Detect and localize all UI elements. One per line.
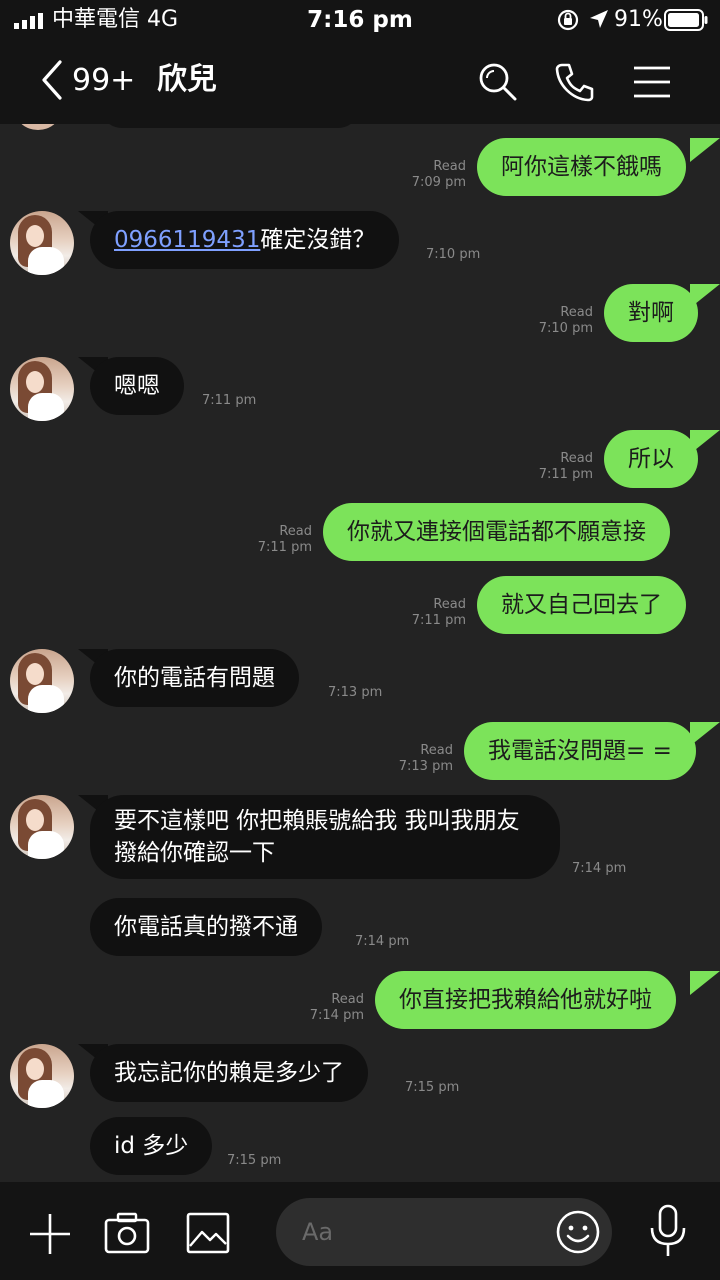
clock: 7:16 pm (307, 7, 413, 33)
message-meta: Read 7:09 pm (380, 159, 466, 191)
message-time: 7:15 pm (227, 1153, 282, 1168)
message-bubble[interactable]: 所以 (604, 430, 698, 488)
search-icon[interactable] (476, 60, 520, 104)
battery-percentage: 91% (614, 7, 663, 32)
emoji-icon[interactable] (556, 1210, 600, 1254)
read-receipt: Read (560, 305, 593, 320)
location-arrow-icon (590, 10, 608, 28)
message-bubble[interactable]: 嗯嗯 (90, 357, 184, 415)
message-bubble[interactable]: 你的電話有問題 (90, 649, 299, 707)
chat-screen: 中華電信 4G 7:16 pm 91% 99+ 欣兒 阿你這樣不餓嗎 Read … (0, 0, 720, 1280)
phone-icon[interactable] (552, 60, 596, 104)
message-meta: Read 7:11 pm (380, 597, 466, 629)
message-bubble[interactable]: 就又自己回去了 (477, 576, 686, 634)
message-bubble[interactable]: 我忘記你的賴是多少了 (90, 1044, 368, 1102)
status-bar: 中華電信 4G 7:16 pm 91% (0, 0, 720, 40)
back-chevron-icon[interactable] (36, 58, 68, 102)
avatar (16, 124, 60, 130)
message-time: 7:13 pm (398, 759, 453, 774)
message-bubble[interactable]: 0966119431確定沒錯？ (90, 211, 400, 269)
avatar[interactable] (10, 211, 74, 275)
message-time: 7:14 pm (309, 1008, 364, 1023)
message-bubble[interactable]: 你直接把我賴給他就好啦 (375, 971, 676, 1029)
message-bubble[interactable]: 我電話沒問題= = (464, 722, 696, 780)
message-meta: Read 7:13 pm (367, 743, 453, 775)
message-time: 7:11 pm (538, 467, 593, 482)
message-time: 7:13 pm (328, 685, 383, 700)
avatar[interactable] (10, 357, 74, 421)
message-time: 7:14 pm (572, 861, 627, 876)
input-bar (0, 1182, 720, 1280)
chat-header: 99+ 欣兒 (0, 40, 720, 124)
bubble-tail (690, 138, 720, 162)
message-time: 7:11 pm (202, 393, 257, 408)
plus-icon[interactable] (28, 1212, 72, 1256)
unread-count[interactable]: 99+ (72, 62, 135, 100)
read-receipt: Read (420, 743, 453, 758)
message-bubble-partial (100, 124, 360, 128)
read-receipt: Read (433, 159, 466, 174)
message-list[interactable]: 阿你這樣不餓嗎 Read 7:09 pm 0966119431確定沒錯？ 7:1… (0, 124, 720, 1182)
microphone-icon[interactable] (648, 1204, 688, 1258)
read-receipt: Read (560, 451, 593, 466)
battery-icon (664, 9, 708, 31)
message-time: 7:11 pm (411, 613, 466, 628)
read-receipt: Read (433, 597, 466, 612)
phone-number-link[interactable]: 0966119431 (114, 227, 260, 253)
message-bubble[interactable]: 對啊 (604, 284, 698, 342)
message-meta: Read 7:14 pm (278, 992, 364, 1024)
read-receipt: Read (331, 992, 364, 1007)
message-bubble[interactable]: 阿你這樣不餓嗎 (477, 138, 686, 196)
avatar[interactable] (10, 649, 74, 713)
message-text: 確定沒錯？ (260, 227, 376, 253)
message-bubble[interactable]: id 多少 (90, 1117, 213, 1175)
message-time: 7:10 pm (538, 321, 593, 336)
avatar[interactable] (10, 1044, 74, 1108)
message-meta: Read 7:10 pm (507, 305, 593, 337)
message-time: 7:15 pm (405, 1080, 460, 1095)
menu-icon[interactable] (632, 64, 672, 100)
message-bubble[interactable]: 你電話真的撥不通 (90, 898, 322, 956)
rotation-lock-icon (557, 9, 579, 31)
message-time: 7:10 pm (426, 247, 481, 262)
image-icon[interactable] (186, 1212, 230, 1254)
message-time: 7:11 pm (257, 540, 312, 555)
message-bubble[interactable]: 要不這樣吧 你把賴賬號給我 我叫我朋友撥給你確認一下 (90, 795, 560, 879)
avatar[interactable] (10, 795, 74, 859)
message-bubble[interactable]: 你就又連接個電話都不願意接 (323, 503, 670, 561)
message-meta: Read 7:11 pm (226, 524, 312, 556)
message-meta: Read 7:11 pm (507, 451, 593, 483)
camera-icon[interactable] (104, 1212, 150, 1254)
contact-name: 欣兒 (157, 62, 217, 97)
bubble-tail (690, 971, 720, 995)
message-time: 7:09 pm (411, 175, 466, 190)
message-time: 7:14 pm (355, 934, 410, 949)
read-receipt: Read (279, 524, 312, 539)
